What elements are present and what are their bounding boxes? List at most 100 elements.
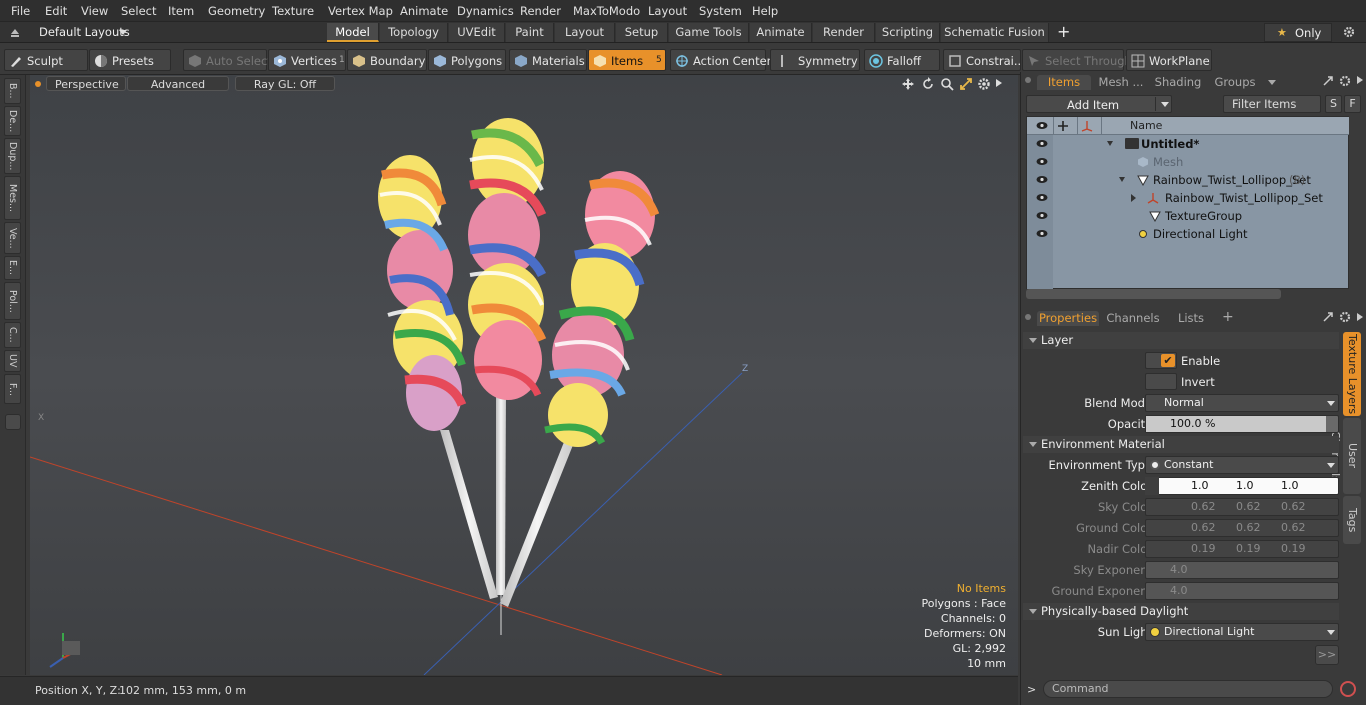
menu-view[interactable]: View (81, 4, 108, 18)
maximize-icon[interactable] (1322, 75, 1334, 87)
tab-user-channels[interactable]: User Channels (1329, 418, 1361, 494)
eye-icon[interactable] (1036, 157, 1048, 166)
tab-layout[interactable]: Layout (555, 23, 615, 42)
tab-polygon[interactable]: Pol... (4, 282, 21, 320)
tab-animate[interactable]: Animate (750, 23, 812, 42)
collapse-up-icon[interactable] (9, 26, 21, 38)
zenith-r[interactable]: 1.0 (1191, 478, 1209, 494)
items-button[interactable]: Items (588, 49, 666, 71)
tab-schematic-fusion[interactable]: Schematic Fusion (941, 23, 1049, 42)
tab-topology[interactable]: Topology (380, 23, 448, 42)
zenith-b[interactable]: 1.0 (1281, 478, 1299, 494)
tab-edge[interactable]: E... (4, 256, 21, 280)
nadir-b[interactable]: 0.19 (1281, 541, 1306, 557)
workplane-button[interactable]: WorkPlane (1126, 49, 1212, 71)
nadir-g[interactable]: 0.19 (1236, 541, 1261, 557)
f-button[interactable]: F (1344, 95, 1361, 113)
menu-layout[interactable]: Layout (648, 4, 687, 18)
record-icon[interactable] (1340, 681, 1356, 697)
s-button[interactable]: S (1325, 95, 1342, 113)
expand-icon[interactable] (1107, 141, 1113, 146)
sky-r[interactable]: 0.62 (1191, 499, 1216, 515)
opacity-slider[interactable]: 100.0 % (1145, 415, 1339, 433)
raygl-button[interactable]: Ray GL: Off (235, 76, 335, 91)
tab-groups[interactable]: Groups (1207, 75, 1263, 90)
properties-gear-icon[interactable] (1339, 311, 1351, 323)
menu-system[interactable]: System (699, 4, 742, 18)
gear-icon[interactable] (1343, 26, 1355, 38)
tab-curve[interactable]: C... (4, 322, 21, 348)
polygons-button[interactable]: Polygons (428, 49, 506, 71)
pan-icon[interactable] (901, 77, 915, 91)
sky-color-field[interactable]: 0.62 0.62 0.62 (1145, 498, 1339, 516)
expand-icon[interactable] (1119, 177, 1125, 182)
items-expand-icon[interactable] (1357, 76, 1363, 84)
presets-button[interactable]: Presets (89, 49, 171, 71)
viewport-gear-icon[interactable] (977, 77, 991, 91)
blend-mode-select[interactable]: Normal (1145, 394, 1339, 412)
tab-basic[interactable]: B... (4, 78, 21, 104)
menu-render[interactable]: Render (520, 4, 561, 18)
tree-row-group[interactable]: Rainbow_Twist_Lollipop_Set (8) (1027, 171, 1349, 189)
menu-edit[interactable]: Edit (45, 4, 67, 18)
tree-scrollbar[interactable] (1026, 289, 1281, 299)
tab-render[interactable]: Render (813, 23, 875, 42)
menu-maxtomodo[interactable]: MaxToModo (573, 4, 640, 18)
layouts-dropdown[interactable]: Default Layouts (39, 25, 130, 39)
tab-game-tools[interactable]: Game Tools (669, 23, 749, 42)
tab-items[interactable]: Items (1037, 75, 1091, 90)
only-toggle[interactable]: ★ Only (1264, 23, 1332, 42)
tab-deform[interactable]: De... (4, 106, 21, 136)
tab-mesh[interactable]: Mesh ... (1097, 75, 1145, 90)
tab-fusion[interactable]: F... (4, 374, 21, 404)
add-item-button[interactable]: Add Item (1026, 95, 1172, 113)
menu-select[interactable]: Select (121, 4, 156, 18)
sky-g[interactable]: 0.62 (1236, 499, 1261, 515)
advanced-button[interactable]: Advanced (127, 76, 229, 91)
section-daylight[interactable]: Physically-based Daylight (1023, 603, 1339, 620)
eye-icon[interactable] (1036, 175, 1048, 184)
action-center-button[interactable]: Action Center (670, 49, 771, 71)
rotate-icon[interactable] (921, 77, 935, 91)
ground-exponent-field[interactable]: 4.0 (1145, 582, 1339, 600)
auto-select-button[interactable]: Auto Select (183, 49, 272, 71)
tree-row-light[interactable]: Directional Light (1027, 225, 1349, 243)
command-input[interactable]: Command (1043, 680, 1333, 698)
tabs-more-icon[interactable] (1268, 80, 1276, 85)
more-button[interactable]: >> (1315, 645, 1339, 665)
sculpt-button[interactable]: Sculpt (4, 49, 88, 71)
menu-file[interactable]: File (11, 4, 30, 18)
sky-b[interactable]: 0.62 (1281, 499, 1306, 515)
menu-item[interactable]: Item (168, 4, 194, 18)
tab-uv[interactable]: UV (4, 350, 21, 372)
tab-texture-layers[interactable]: Texture Layers (1343, 332, 1361, 416)
viewport-expand-icon[interactable] (996, 79, 1002, 87)
zenith-color-field[interactable]: 1.0 1.0 1.0 (1145, 477, 1339, 495)
section-environment-material[interactable]: Environment Material (1023, 436, 1339, 453)
zenith-g[interactable]: 1.0 (1236, 478, 1254, 494)
collapsed-icon[interactable] (1131, 194, 1136, 202)
boundary-button[interactable]: Boundary (347, 49, 427, 71)
menu-help[interactable]: Help (752, 4, 778, 18)
tab-paint[interactable]: Paint (506, 23, 554, 42)
fit-icon[interactable] (959, 77, 973, 91)
tab-channels[interactable]: Channels (1105, 311, 1161, 326)
ground-r[interactable]: 0.62 (1191, 520, 1216, 536)
items-gear-icon[interactable] (1339, 75, 1351, 87)
add-tab-button[interactable]: + (1222, 309, 1234, 325)
tab-setup[interactable]: Setup (616, 23, 668, 42)
tab-mesh-edit[interactable]: Mes... (4, 176, 21, 220)
eye-icon[interactable] (1036, 193, 1048, 202)
viewport-menu-icon[interactable] (35, 81, 41, 87)
tree-row-scene[interactable]: Untitled* (1027, 135, 1349, 153)
materials-button[interactable]: Materials (509, 49, 587, 71)
eye-icon[interactable] (1036, 139, 1048, 148)
tab-properties[interactable]: Properties (1037, 311, 1099, 326)
enable-checkbox[interactable]: ✔ (1145, 352, 1177, 369)
tab-tags[interactable]: Tags (1343, 496, 1361, 544)
tab-duplicate[interactable]: Dup... (4, 138, 21, 174)
env-type-select[interactable]: Constant (1145, 456, 1339, 474)
ground-color-field[interactable]: 0.62 0.62 0.62 (1145, 519, 1339, 537)
tab-scripting[interactable]: Scripting (876, 23, 940, 42)
tree-row-texturegroup[interactable]: TextureGroup (1027, 207, 1349, 225)
